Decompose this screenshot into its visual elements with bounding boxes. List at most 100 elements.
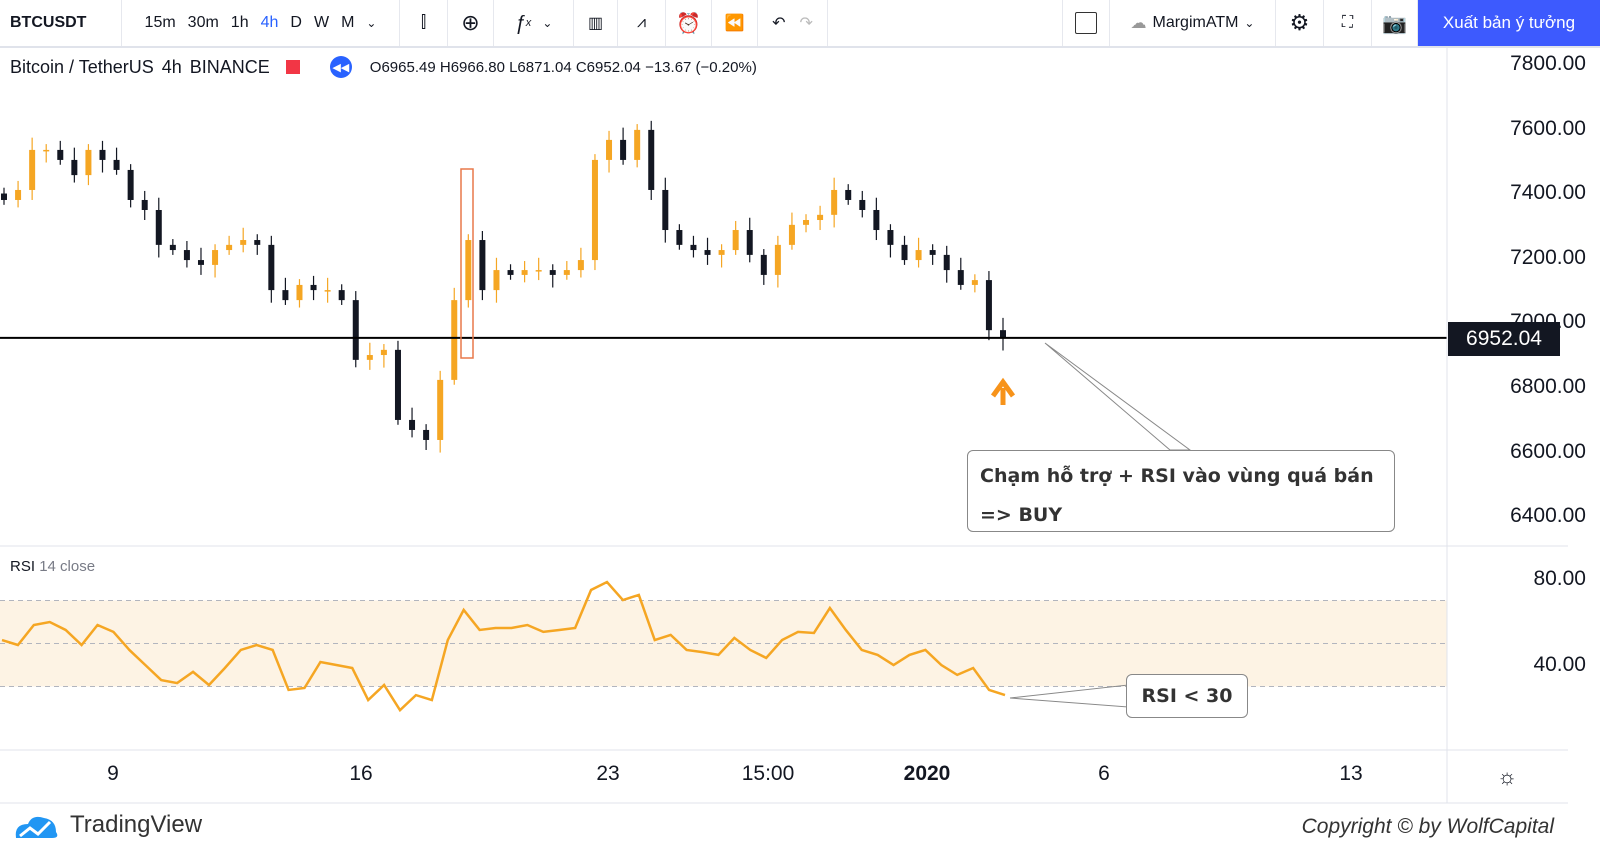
- price-tick: 7600.00: [1510, 116, 1586, 140]
- candle-body: [704, 250, 711, 255]
- time-tick: 16: [349, 762, 373, 785]
- axis-settings-icon[interactable]: ☼: [1497, 764, 1517, 790]
- candle-body: [43, 149, 50, 152]
- candle-body: [366, 355, 373, 360]
- candle-body: [451, 300, 458, 380]
- candle-body: [957, 270, 964, 285]
- candle-body: [859, 199, 866, 210]
- up-arrow-icon: [990, 377, 1016, 405]
- candle-body: [197, 260, 204, 265]
- tradingview-logo[interactable]: TradingView: [12, 810, 202, 840]
- rsi-annotation[interactable]: RSI < 30: [1126, 674, 1248, 718]
- candle-body: [690, 244, 697, 251]
- candle-body: [732, 230, 739, 251]
- time-tick: 2020: [903, 762, 951, 785]
- candle-body: [971, 280, 978, 285]
- rsi-legend: RSI 14 close: [10, 558, 96, 575]
- rsi-tick: 80.00: [1533, 567, 1586, 590]
- candle-body: [493, 270, 500, 291]
- candle-body: [662, 189, 669, 231]
- candle-body: [901, 244, 908, 261]
- candle-body: [380, 349, 387, 356]
- candle-body: [155, 209, 162, 245]
- candle-body: [338, 290, 345, 301]
- candle-body: [873, 209, 880, 231]
- candle-body: [507, 270, 514, 275]
- candle-body: [718, 250, 725, 255]
- candle-body: [409, 419, 416, 430]
- candle-body: [634, 129, 641, 160]
- time-tick: 6: [1098, 762, 1110, 785]
- candle-body: [226, 244, 233, 251]
- candle-body: [394, 349, 401, 420]
- price-tick: 7400.00: [1510, 181, 1586, 205]
- candle-body: [887, 230, 894, 245]
- price-tick: 6400.00: [1510, 504, 1586, 528]
- chart-canvas[interactable]: [0, 0, 1600, 864]
- price-pane: [0, 120, 1447, 453]
- candle-body: [1, 193, 7, 200]
- note-line-2: => BUY: [980, 504, 1063, 526]
- cloud-logo-icon: [15, 816, 58, 838]
- candle-body: [352, 300, 359, 360]
- candle-body: [71, 159, 78, 176]
- candle-body: [57, 149, 64, 160]
- candle-body: [929, 250, 936, 255]
- time-tick: 13: [1339, 762, 1363, 785]
- candle-body: [254, 240, 261, 245]
- candle-body: [676, 230, 683, 245]
- price-tick: 6600.00: [1510, 439, 1586, 463]
- candle-body: [774, 244, 781, 275]
- callout-pointer: [1044, 342, 1192, 451]
- candle-body: [169, 244, 176, 251]
- candle-body: [15, 189, 22, 200]
- rsi-tick: 40.00: [1533, 653, 1586, 676]
- candle-body: [268, 244, 275, 291]
- candle-body: [620, 139, 627, 160]
- time-tick: 9: [107, 762, 119, 785]
- candle-body: [760, 254, 767, 275]
- candle-body: [535, 270, 542, 272]
- candle-body: [324, 290, 331, 292]
- note-line-1: Chạm hỗ trợ + RSI vào vùng quá bán: [980, 465, 1374, 487]
- price-tick: 7200.00: [1510, 245, 1586, 269]
- candle-body: [648, 129, 655, 190]
- candle-body: [141, 199, 148, 210]
- candle-body: [591, 159, 598, 261]
- last-price-label: 6952.04: [1448, 322, 1560, 356]
- time-tick: 23: [596, 762, 620, 785]
- candle-body: [549, 270, 556, 275]
- candle-body: [788, 224, 795, 245]
- price-tick: 7800.00: [1510, 52, 1586, 75]
- candle-body: [577, 260, 584, 271]
- candle-body: [212, 250, 219, 265]
- candle-body: [310, 284, 317, 291]
- candle-body: [127, 169, 134, 200]
- candle-body: [423, 429, 430, 440]
- candle-body: [563, 270, 570, 275]
- candle-body: [845, 189, 852, 200]
- candle-body: [479, 240, 486, 291]
- candle-body: [606, 139, 613, 160]
- price-tick: 6800.00: [1510, 375, 1586, 398]
- candle-body: [985, 280, 992, 331]
- candle-body: [29, 149, 36, 190]
- candle-body: [746, 230, 753, 255]
- candle-body: [465, 240, 472, 301]
- candle-body: [296, 284, 303, 301]
- candle-body: [943, 254, 950, 271]
- candle-body: [437, 379, 444, 440]
- copyright: Copyright © by WolfCapital: [1301, 815, 1554, 838]
- candle-body: [183, 250, 190, 261]
- time-tick: 15:00: [741, 762, 795, 785]
- candle-body: [915, 250, 922, 261]
- candle-body: [803, 220, 810, 225]
- candle-body: [282, 290, 289, 301]
- candle-body: [85, 149, 92, 176]
- rsi-callout-pointer: [1009, 684, 1129, 708]
- candle-body: [817, 214, 824, 221]
- buy-annotation[interactable]: Chạm hỗ trợ + RSI vào vùng quá bán => BU…: [967, 450, 1395, 532]
- candle-body: [521, 270, 528, 275]
- candle-body: [1000, 330, 1006, 338]
- candle-body: [99, 149, 106, 160]
